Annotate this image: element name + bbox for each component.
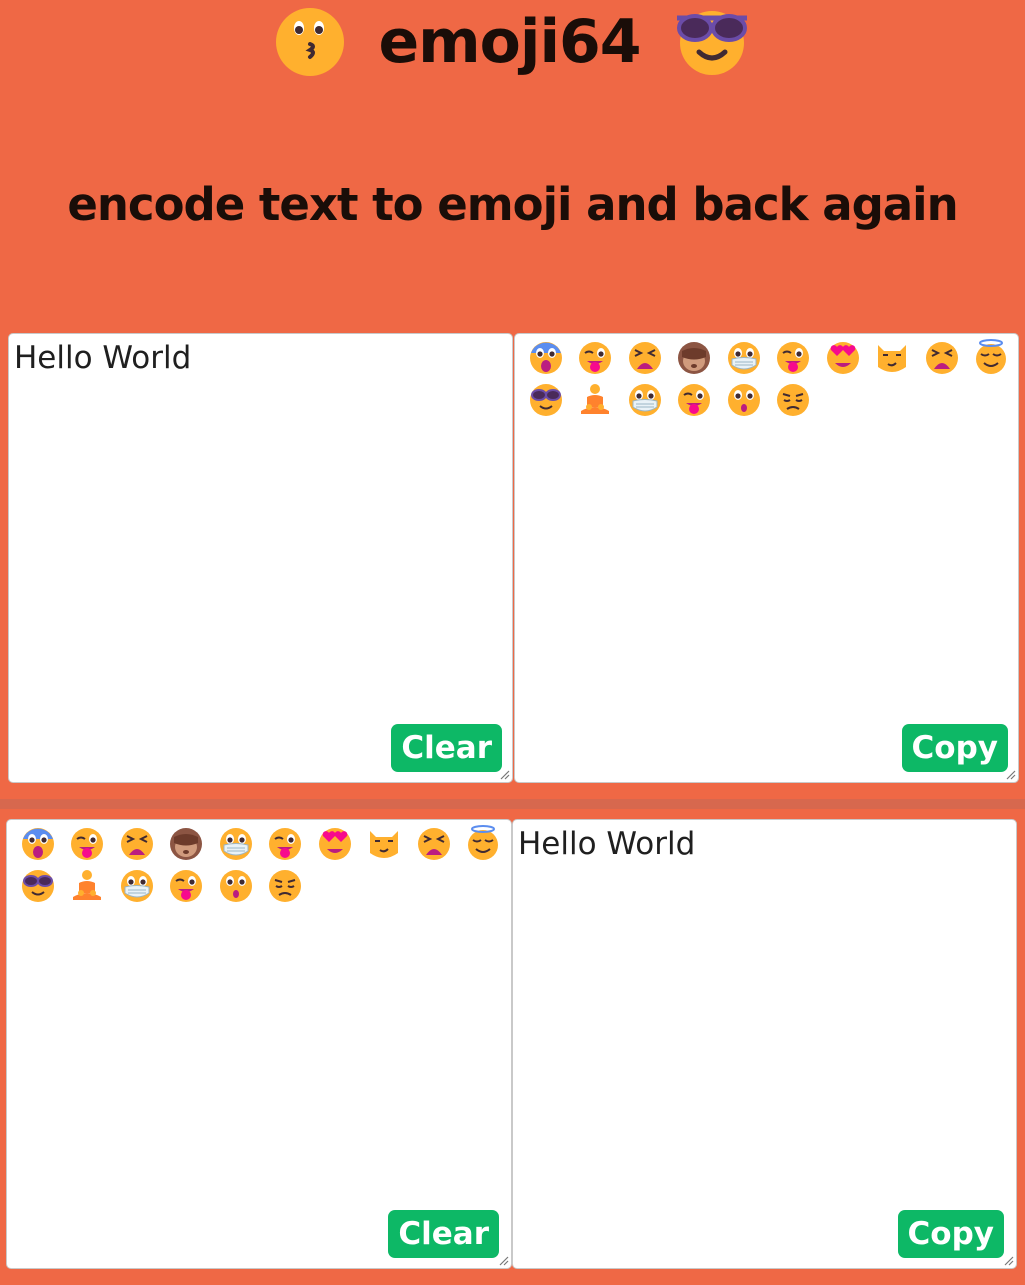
- encode-input-textarea[interactable]: Hello World Clear: [8, 333, 513, 783]
- smirk-cat-icon: [360, 822, 410, 864]
- copy-button[interactable]: Copy: [901, 724, 1008, 772]
- app-title: emoji64: [378, 7, 641, 77]
- tongue-wink-face-icon: [769, 336, 819, 378]
- halo-face-icon: [459, 822, 509, 864]
- header: emoji64 encode text to emoji and back ag…: [0, 0, 1025, 323]
- mask-face-icon: [112, 864, 162, 906]
- smirk-cat-icon: [868, 336, 918, 378]
- subtitle: encode text to emoji and back again: [67, 178, 958, 231]
- tongue-wink-face-icon: [670, 378, 720, 420]
- sunglasses-face-icon: [13, 864, 63, 906]
- kissing-face-icon: [274, 4, 346, 80]
- section-divider: [0, 799, 1025, 809]
- encode-input-text[interactable]: Hello World: [14, 338, 191, 378]
- resize-handle[interactable]: [1004, 768, 1016, 780]
- hushed-face-icon: [719, 378, 769, 420]
- tongue-wink-face-icon: [162, 864, 212, 906]
- mask-face-icon: [719, 336, 769, 378]
- see-no-evil-monkey-icon: [670, 336, 720, 378]
- sunglasses-face-icon: [521, 378, 571, 420]
- decode-input-emoji: [13, 822, 513, 906]
- tired-face-icon: [620, 336, 670, 378]
- see-no-evil-monkey-icon: [162, 822, 212, 864]
- tongue-wink-face-icon: [571, 336, 621, 378]
- screaming-face-icon: [521, 336, 571, 378]
- heart-eyes-face-icon: [818, 336, 868, 378]
- decode-input-textarea[interactable]: Clear: [6, 819, 512, 1269]
- decode-output-text[interactable]: Hello World: [518, 824, 695, 864]
- pensive-face-icon: [261, 864, 311, 906]
- tired-face-icon: [917, 336, 967, 378]
- encode-output-textarea[interactable]: Copy: [514, 333, 1019, 783]
- halo-face-icon: [967, 336, 1017, 378]
- person-in-lotus-icon: [571, 378, 621, 420]
- mask-face-icon: [211, 822, 261, 864]
- resize-handle[interactable]: [1002, 1254, 1014, 1266]
- sunglasses-face-icon: [673, 4, 751, 80]
- resize-handle[interactable]: [498, 768, 510, 780]
- mask-face-icon: [620, 378, 670, 420]
- copy-button[interactable]: Copy: [897, 1210, 1004, 1258]
- hushed-face-icon: [211, 864, 261, 906]
- encode-output-emoji: [521, 336, 1021, 420]
- tired-face-icon: [112, 822, 162, 864]
- title-row: emoji64: [0, 2, 1025, 82]
- person-in-lotus-icon: [63, 864, 113, 906]
- clear-button[interactable]: Clear: [388, 1210, 499, 1258]
- encoder-section: Hello World Clear Copy: [0, 323, 1025, 799]
- tongue-wink-face-icon: [63, 822, 113, 864]
- decoder-section: Clear Hello World Copy: [0, 809, 1025, 1285]
- resize-handle[interactable]: [497, 1254, 509, 1266]
- tongue-wink-face-icon: [261, 822, 311, 864]
- decode-output-textarea[interactable]: Hello World Copy: [512, 819, 1017, 1269]
- screaming-face-icon: [13, 822, 63, 864]
- tired-face-icon: [409, 822, 459, 864]
- clear-button[interactable]: Clear: [391, 724, 502, 772]
- pensive-face-icon: [769, 378, 819, 420]
- heart-eyes-face-icon: [310, 822, 360, 864]
